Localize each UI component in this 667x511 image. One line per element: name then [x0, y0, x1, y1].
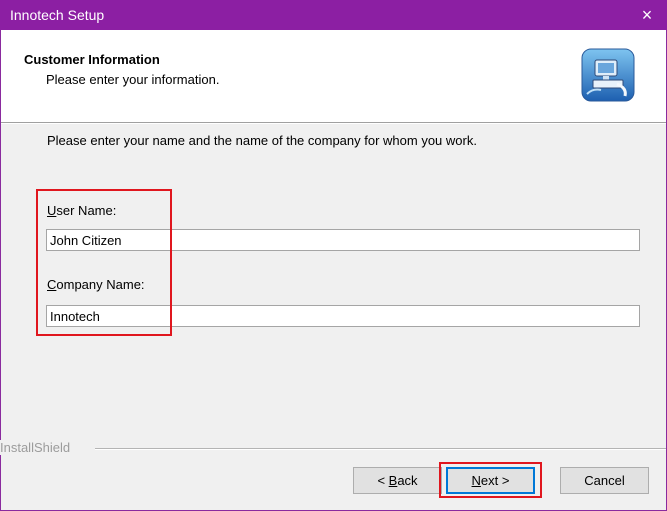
- close-icon[interactable]: ×: [627, 0, 667, 30]
- back-label: ack: [397, 473, 418, 488]
- window-title: Innotech Setup: [10, 7, 105, 23]
- cancel-button[interactable]: Cancel: [560, 467, 649, 494]
- installshield-brand: InstallShield: [0, 440, 75, 455]
- back-arrow: <: [377, 473, 389, 488]
- footer-divider: [95, 448, 666, 450]
- back-button[interactable]: < Back: [353, 467, 442, 494]
- highlight-box-fields: [36, 189, 172, 336]
- page-title: Customer Information: [24, 52, 160, 67]
- highlight-box-next: [439, 462, 542, 498]
- computer-setup-icon: [581, 48, 635, 102]
- instruction-text: Please enter your name and the name of t…: [47, 133, 477, 148]
- title-bar: Innotech Setup ×: [0, 0, 667, 30]
- page-subtitle: Please enter your information.: [46, 72, 220, 87]
- header-panel: Customer Information Please enter your i…: [1, 30, 666, 122]
